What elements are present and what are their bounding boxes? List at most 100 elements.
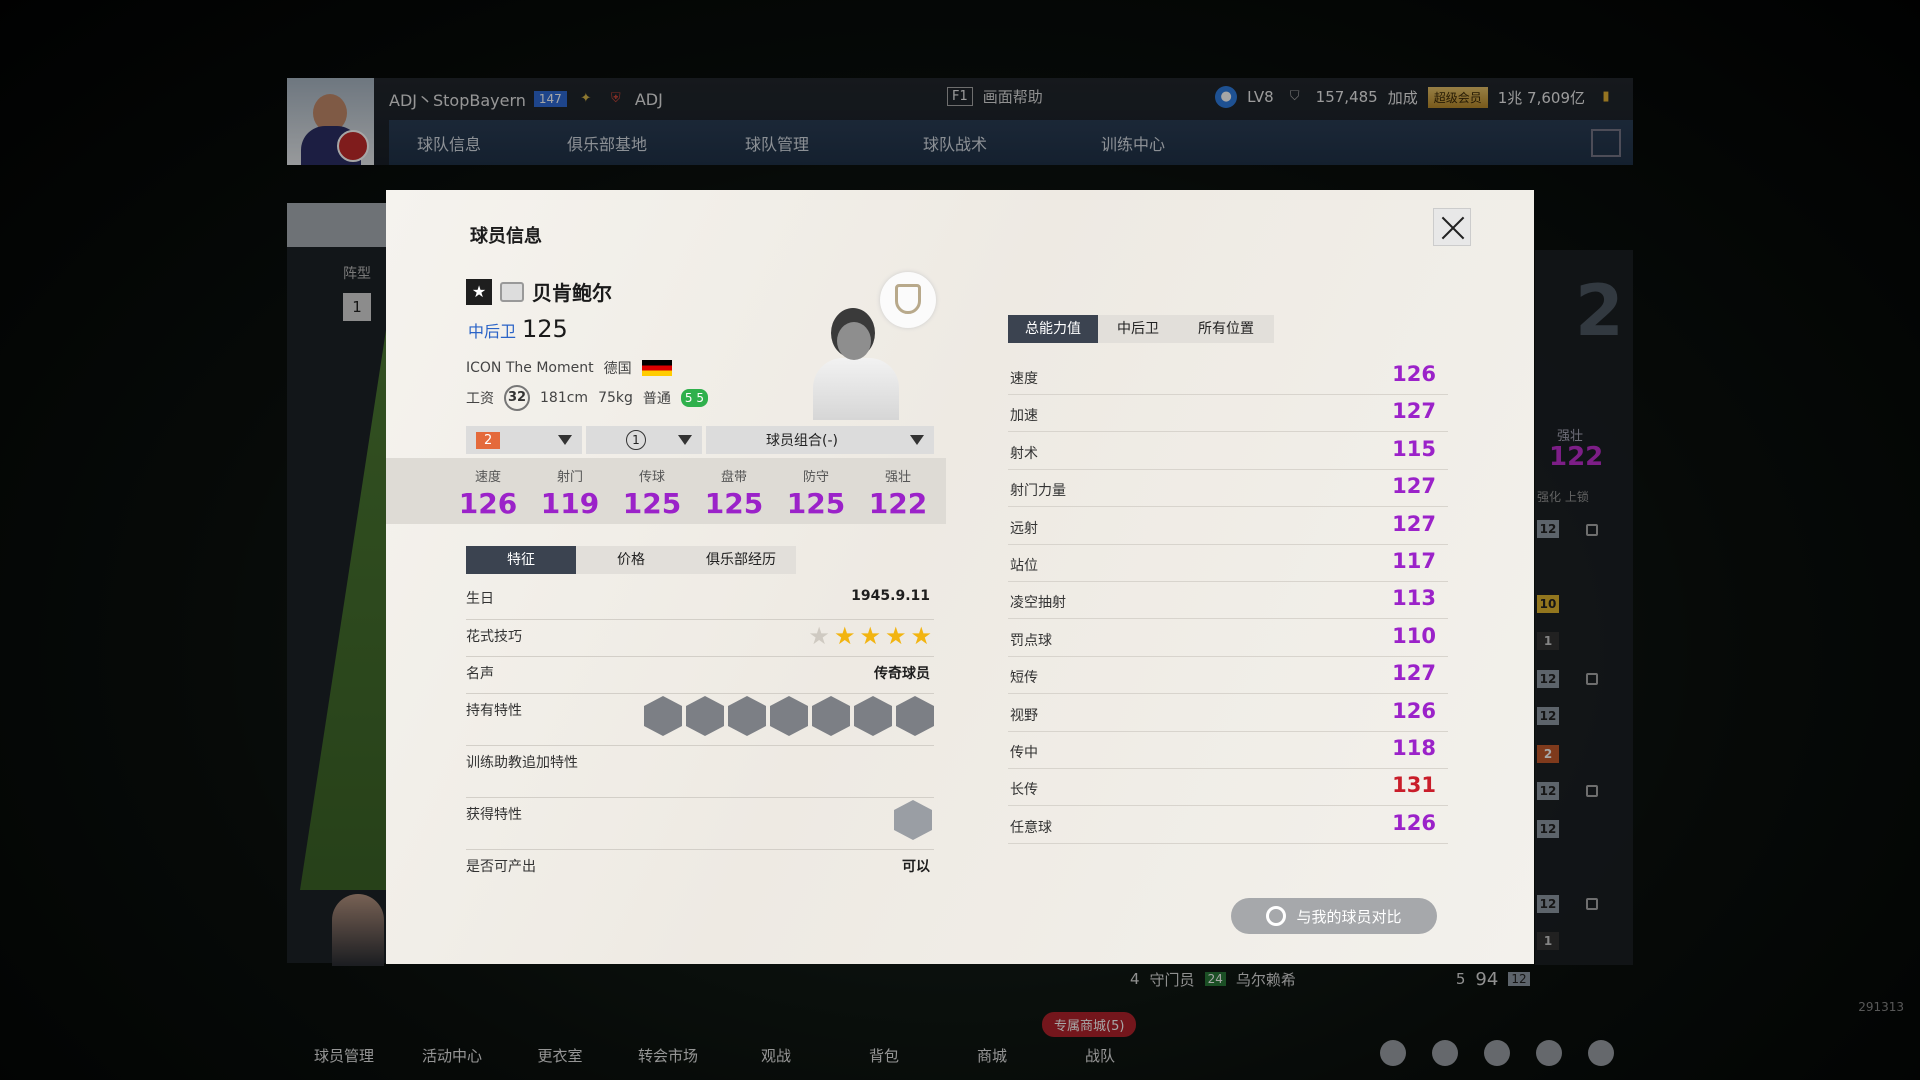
stat-row: 短传 127 bbox=[1008, 657, 1448, 694]
pass-trait-icon[interactable] bbox=[896, 696, 934, 736]
whistle-trait-icon[interactable] bbox=[728, 696, 766, 736]
stat-row: 射术 115 bbox=[1008, 433, 1448, 470]
acquired-traits-row: 获得特性 bbox=[466, 798, 934, 850]
long-ball-trait-icon[interactable] bbox=[812, 696, 850, 736]
favorite-star-icon[interactable]: ★ bbox=[466, 278, 492, 305]
stat-name: 速度 bbox=[1010, 371, 1038, 387]
tab-center-back[interactable]: 中后卫 bbox=[1098, 315, 1178, 343]
stat-row: 凌空抽射 113 bbox=[1008, 582, 1448, 619]
tab-total-stats[interactable]: 总能力值 bbox=[1008, 315, 1098, 343]
attr-value: 125 bbox=[786, 487, 846, 520]
stat-value: 113 bbox=[1392, 586, 1436, 610]
season-name: ICON The Moment bbox=[466, 360, 594, 376]
traits-label: 持有特性 bbox=[466, 703, 522, 719]
star-icon: ★ bbox=[808, 622, 830, 650]
stat-name: 任意球 bbox=[1010, 820, 1052, 836]
stat-name: 视野 bbox=[1010, 708, 1038, 724]
compare-label: 与我的球员对比 bbox=[1296, 907, 1402, 926]
star-icon: ★ bbox=[910, 622, 932, 650]
stat-value: 126 bbox=[1392, 362, 1436, 386]
attr-value: 125 bbox=[704, 487, 764, 520]
stat-tabs: 总能力值 中后卫 所有位置 bbox=[1008, 315, 1274, 343]
stat-name: 长传 bbox=[1010, 782, 1038, 798]
attr-pace: 速度 126 bbox=[448, 466, 528, 520]
club-badge-icon bbox=[880, 272, 936, 328]
stat-value: 131 bbox=[1392, 773, 1436, 797]
stat-value: 127 bbox=[1392, 399, 1436, 423]
skill-stars: ★ ★ ★ ★ ★ bbox=[808, 622, 932, 650]
tab-traits[interactable]: 特征 bbox=[466, 546, 576, 574]
player-trait-icon[interactable] bbox=[770, 696, 808, 736]
wage-label: 工资 bbox=[466, 391, 494, 407]
weight: 75kg bbox=[598, 390, 633, 406]
stat-row: 传中 118 bbox=[1008, 732, 1448, 769]
level-value: 2 bbox=[476, 431, 501, 449]
stat-row: 长传 131 bbox=[1008, 769, 1448, 806]
player-name: 贝肯鲍尔 bbox=[532, 281, 612, 305]
stat-name: 站位 bbox=[1010, 558, 1038, 574]
attr-shooting: 射门 119 bbox=[530, 466, 610, 520]
player-info-modal: 球员信息 ★ 贝肯鲍尔 中后卫 125 ICON The Moment 德国 工… bbox=[386, 190, 1534, 964]
attr-dribbling: 盘带 125 bbox=[694, 466, 774, 520]
stat-row: 加速 127 bbox=[1008, 395, 1448, 432]
tie-trait-icon[interactable] bbox=[686, 696, 724, 736]
modal-title: 球员信息 bbox=[470, 226, 542, 247]
close-button[interactable] bbox=[1433, 208, 1471, 246]
portrait-face bbox=[837, 322, 871, 360]
combo-label: 球员组合(-) bbox=[766, 433, 838, 449]
fame-value: 传奇球员 bbox=[874, 666, 930, 682]
shield-icon bbox=[895, 284, 921, 314]
stat-value: 127 bbox=[1392, 474, 1436, 498]
skill-label: 花式技巧 bbox=[466, 629, 522, 645]
stat-name: 射术 bbox=[1010, 446, 1038, 462]
attr-label: 传球 bbox=[638, 470, 665, 485]
fame-label: 名声 bbox=[466, 666, 494, 682]
attr-label: 防守 bbox=[802, 470, 829, 485]
attr-label: 强壮 bbox=[884, 470, 911, 485]
season-card-icon bbox=[500, 281, 524, 302]
compare-button[interactable]: 与我的球员对比 bbox=[1231, 898, 1437, 934]
tab-all-positions[interactable]: 所有位置 bbox=[1178, 315, 1274, 343]
attr-physical: 强壮 122 bbox=[858, 466, 938, 520]
player-position: 中后卫 bbox=[468, 322, 517, 341]
combo-selector[interactable]: 球员组合(-) bbox=[706, 426, 934, 454]
attr-label: 射门 bbox=[556, 470, 583, 485]
stat-name: 传中 bbox=[1010, 745, 1038, 761]
stat-row: 罚点球 110 bbox=[1008, 620, 1448, 657]
level-selector[interactable]: 2 bbox=[466, 426, 582, 454]
lock-icon[interactable] bbox=[894, 800, 932, 840]
chevron-down-icon bbox=[558, 435, 572, 445]
stat-value: 117 bbox=[1392, 549, 1436, 573]
coach-traits-label: 训练助教追加特性 bbox=[466, 755, 578, 771]
body-type: 普通 bbox=[642, 391, 671, 407]
diamond-trait-icon[interactable] bbox=[644, 696, 682, 736]
attr-value: 126 bbox=[458, 487, 518, 520]
foot-rating: 5 5 bbox=[680, 389, 708, 407]
stat-value: 110 bbox=[1392, 624, 1436, 648]
skill-moves-row: 花式技巧 ★ ★ ★ ★ ★ bbox=[466, 620, 934, 657]
tab-price[interactable]: 价格 bbox=[576, 546, 686, 574]
attr-value: 119 bbox=[540, 487, 600, 520]
coach-traits-row: 训练助教追加特性 bbox=[466, 746, 934, 798]
stat-value: 127 bbox=[1392, 512, 1436, 536]
stat-name: 射门力量 bbox=[1010, 483, 1066, 499]
stat-name: 凌空抽射 bbox=[1010, 595, 1066, 611]
stat-value: 126 bbox=[1392, 699, 1436, 723]
rank-value: 1 bbox=[626, 430, 646, 450]
height: 181cm bbox=[540, 390, 589, 406]
position-row: 中后卫 125 bbox=[468, 315, 568, 343]
producible-row: 是否可产出 可以 bbox=[466, 850, 934, 886]
tab-club-history[interactable]: 俱乐部经历 bbox=[686, 546, 796, 574]
stat-row: 任意球 126 bbox=[1008, 807, 1448, 844]
stat-value: 126 bbox=[1392, 811, 1436, 835]
portrait-body bbox=[813, 358, 899, 420]
chevron-down-icon bbox=[910, 435, 924, 445]
stat-name: 远射 bbox=[1010, 521, 1038, 537]
stat-value: 118 bbox=[1392, 736, 1436, 760]
player-name-row: ★ 贝肯鲍尔 bbox=[466, 277, 612, 306]
wage-body-row: 工资 32 181cm 75kg 普通 5 5 bbox=[466, 385, 708, 411]
birthday-row: 生日 1945.9.11 bbox=[466, 582, 934, 620]
acquired-traits-label: 获得特性 bbox=[466, 807, 522, 823]
rank-selector[interactable]: 1 bbox=[586, 426, 702, 454]
ball-trait-icon[interactable] bbox=[854, 696, 892, 736]
